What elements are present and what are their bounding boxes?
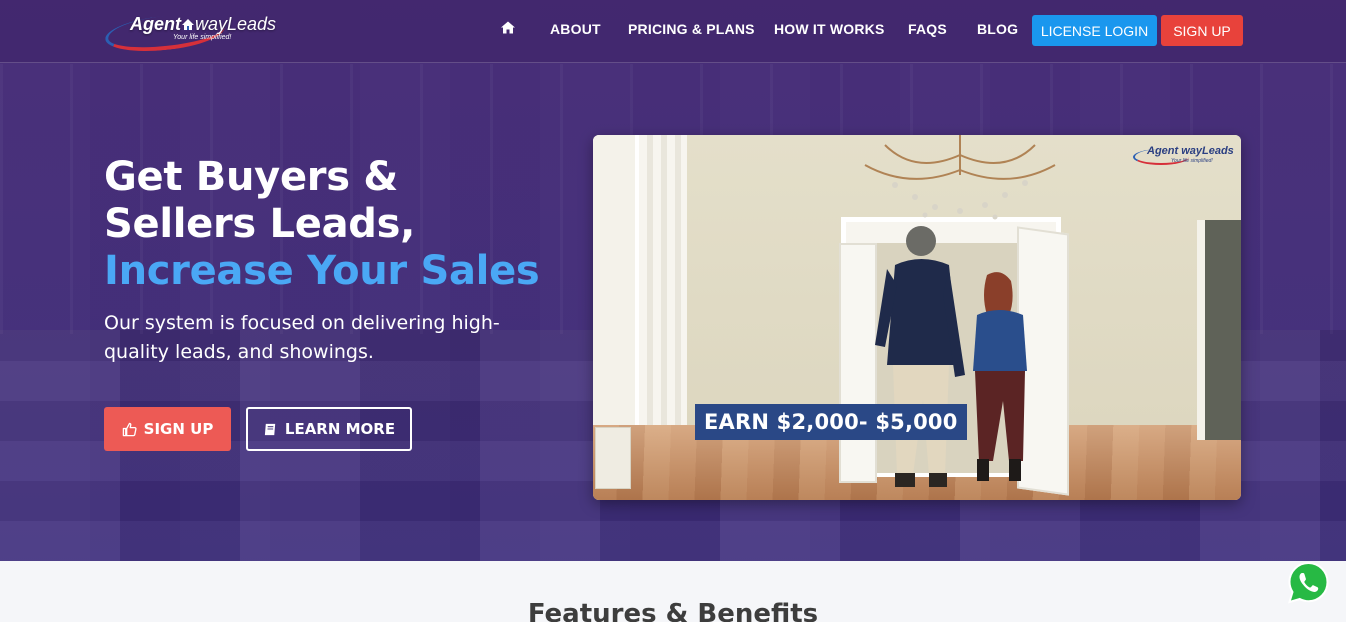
hero-subtext: Our system is focused on delivering high…	[104, 312, 500, 363]
video-curtain	[639, 135, 687, 425]
nav-pricing-plans[interactable]: PRICING & PLANS	[628, 21, 755, 37]
video-logo-tagline: Your life simplified!	[1171, 158, 1213, 164]
video-side-door	[1197, 220, 1241, 440]
book-icon	[264, 423, 276, 435]
woman-figure-image	[973, 272, 1027, 481]
nav-faqs[interactable]: FAQS	[908, 21, 947, 37]
hero-headline: Get Buyers & Sellers Leads, Increase You…	[104, 154, 574, 295]
home-icon[interactable]	[501, 21, 515, 34]
chandelier-image	[864, 135, 1056, 220]
video-window	[593, 135, 639, 425]
hero-signup-button[interactable]: SIGN UP	[104, 407, 231, 451]
nav-links: ABOUT PRICING & PLANS HOW IT WORKS FAQS …	[0, 0, 1346, 58]
video-watermark-logo: Agent wayLeads Your life simplified!	[1133, 143, 1235, 167]
learn-more-label: LEARN MORE	[284, 420, 396, 438]
nav-about[interactable]: ABOUT	[550, 21, 601, 37]
headline-line-1: Get Buyers &	[104, 154, 398, 200]
nav-signup-button[interactable]: SIGN UP	[1161, 15, 1243, 46]
headline-line-2: Sellers Leads,	[104, 201, 415, 247]
video-logo-text: Agent wayLeads	[1147, 145, 1234, 157]
nav-blog[interactable]: BLOG	[977, 21, 1018, 37]
video-caption: EARN $2,000- $5,000	[695, 404, 967, 440]
learn-more-button[interactable]: LEARN MORE	[246, 407, 412, 451]
features-title: Features & Benefits	[527, 599, 819, 622]
whatsapp-icon[interactable]	[1287, 561, 1330, 604]
video-radiator	[595, 427, 631, 489]
hero-signup-label: SIGN UP	[143, 420, 214, 438]
license-login-button[interactable]: LICENSE LOGIN	[1032, 15, 1157, 46]
man-figure-image	[875, 226, 965, 487]
thumbs-up-icon	[122, 422, 137, 436]
headline-accent: Increase Your Sales	[104, 248, 540, 294]
top-navbar: Agent wayLeads Your life simplified! ABOU…	[0, 0, 1346, 63]
nav-how-it-works[interactable]: HOW IT WORKS	[774, 21, 885, 37]
hero-video[interactable]: Agent wayLeads Your life simplified! EAR…	[593, 135, 1241, 500]
hero-section: Agent wayLeads Your life simplified! ABOU…	[0, 0, 1346, 561]
